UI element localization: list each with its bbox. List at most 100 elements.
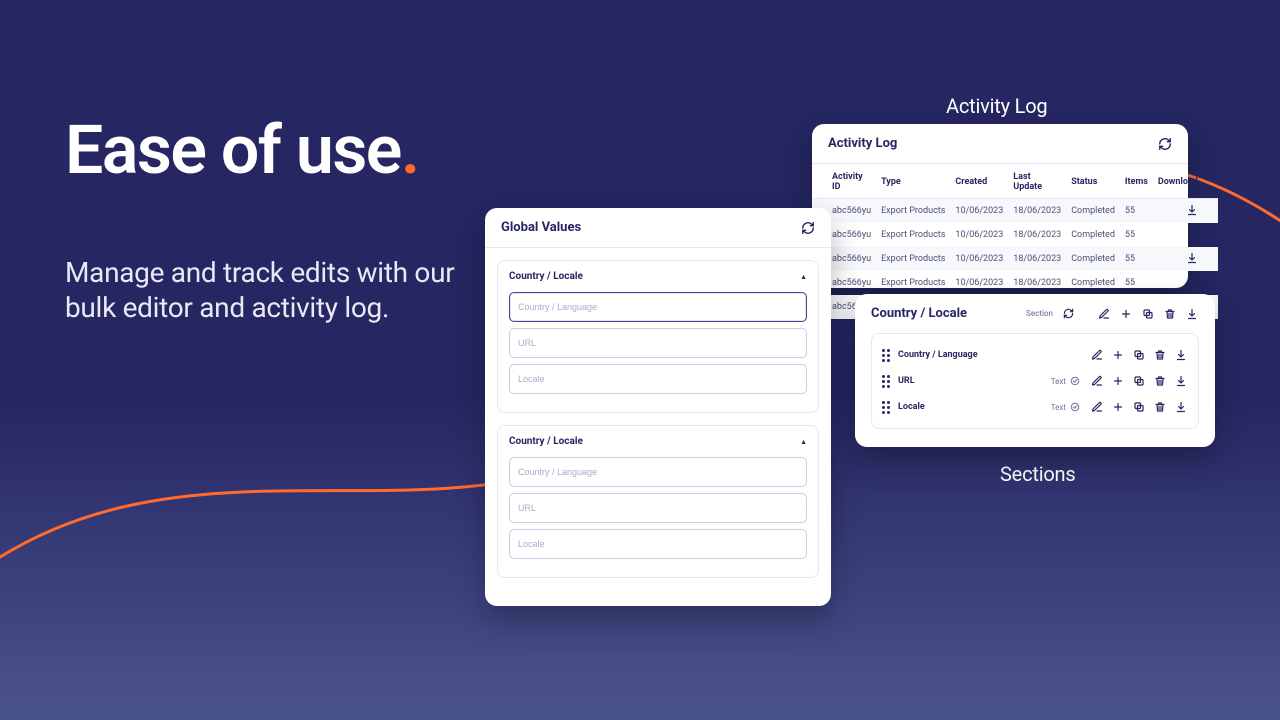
add-icon[interactable]	[1119, 307, 1133, 321]
add-icon[interactable]	[1111, 348, 1125, 362]
download-cell	[1153, 271, 1218, 295]
table-cell: Export Products	[876, 271, 950, 295]
table-cell: 55	[1120, 247, 1153, 271]
bulk-input[interactable]	[509, 328, 807, 358]
bulk-input[interactable]	[509, 364, 807, 394]
bulk-input[interactable]	[509, 493, 807, 523]
section-item-tools	[1090, 374, 1188, 388]
table-header: Items	[1120, 164, 1153, 199]
refresh-icon[interactable]	[1061, 307, 1075, 321]
table-cell: Completed	[1066, 247, 1120, 271]
table-cell: 18/06/2023	[1008, 271, 1066, 295]
section-item-label: Country / Language	[898, 350, 978, 360]
sections-header-tools	[1097, 307, 1199, 321]
bulk-group: Country / Locale ▲	[497, 425, 819, 578]
page-headline: Ease of use.	[65, 115, 419, 186]
caret-up-icon[interactable]: ▲	[800, 273, 807, 281]
section-item-tools	[1090, 400, 1188, 414]
download-cell	[1153, 247, 1218, 271]
bulk-editor-card: Global Values Country / Locale▲Country /…	[485, 208, 831, 606]
sections-card: Country / Locale Section Country / Langu…	[855, 294, 1215, 447]
table-cell: Export Products	[876, 199, 950, 224]
copy-icon[interactable]	[1132, 348, 1146, 362]
download-cell	[1153, 199, 1218, 224]
sections-body: Country / Language URLText Locale Text	[871, 333, 1199, 429]
refresh-icon[interactable]	[1158, 137, 1172, 151]
add-icon[interactable]	[1111, 374, 1125, 388]
table-cell: Completed	[1066, 271, 1120, 295]
table-header: Activity ID	[812, 164, 876, 199]
table-header: Type	[876, 164, 950, 199]
table-cell: Export Products	[876, 223, 950, 247]
download-icon[interactable]	[1186, 228, 1198, 240]
copy-icon[interactable]	[1141, 307, 1155, 321]
bulk-group-title: Country / Locale	[509, 271, 583, 282]
table-cell: 55	[1120, 271, 1153, 295]
caret-up-icon[interactable]: ▲	[800, 438, 807, 446]
bulk-input[interactable]	[509, 292, 807, 322]
check-icon	[1070, 376, 1080, 386]
download-icon[interactable]	[1186, 276, 1198, 288]
add-icon[interactable]	[1111, 400, 1125, 414]
bulk-group-header[interactable]: Country / Locale ▲	[509, 436, 807, 447]
download-icon[interactable]	[1186, 252, 1198, 264]
delete-icon[interactable]	[1153, 400, 1167, 414]
sections-title: Country / Locale	[871, 306, 967, 321]
drag-handle-icon[interactable]	[882, 401, 890, 414]
copy-icon[interactable]	[1132, 374, 1146, 388]
bulk-input[interactable]	[509, 529, 807, 559]
activity-log-header-row: Activity IDTypeCreatedLast UpdateStatusI…	[812, 164, 1218, 199]
page-subhead: Manage and track edits with our bulk edi…	[65, 255, 495, 325]
headline-dot: .	[401, 110, 419, 190]
drag-handle-icon[interactable]	[882, 349, 890, 362]
download-icon[interactable]	[1174, 348, 1188, 362]
delete-icon[interactable]	[1153, 374, 1167, 388]
edit-icon[interactable]	[1090, 400, 1104, 414]
table-cell: 18/06/2023	[1008, 223, 1066, 247]
bulk-group: Country / Locale ▲	[497, 260, 819, 413]
check-icon	[1070, 402, 1080, 412]
bulk-group-header[interactable]: Country / Locale ▲	[509, 271, 807, 282]
type-badge: Text	[1051, 376, 1080, 386]
refresh-icon[interactable]	[801, 221, 815, 235]
bulk-input[interactable]	[509, 457, 807, 487]
table-cell: Completed	[1066, 199, 1120, 224]
download-icon[interactable]	[1186, 204, 1198, 216]
table-header: Download	[1153, 164, 1218, 199]
section-item: Country / Language	[882, 342, 1188, 368]
copy-icon[interactable]	[1132, 400, 1146, 414]
section-label: Section	[1026, 309, 1053, 318]
download-icon[interactable]	[1174, 374, 1188, 388]
caption-activity-log: Activity Log	[946, 94, 1047, 118]
activity-log-card: Activity Log Activity IDTypeCreatedLast …	[812, 124, 1188, 288]
bulk-group-title: Country / Locale	[509, 436, 583, 447]
download-icon[interactable]	[1185, 307, 1199, 321]
table-row: abc566yuExport Products10/06/202318/06/2…	[812, 223, 1218, 247]
delete-icon[interactable]	[1163, 307, 1177, 321]
table-cell: 10/06/2023	[950, 199, 1008, 224]
table-header: Created	[950, 164, 1008, 199]
download-icon[interactable]	[1174, 400, 1188, 414]
sections-header: Country / Locale Section	[855, 294, 1215, 333]
section-item-tools	[1090, 348, 1188, 362]
table-row: abc566yuExport Products10/06/202318/06/2…	[812, 199, 1218, 224]
table-header: Last Update	[1008, 164, 1066, 199]
drag-handle-icon[interactable]	[882, 375, 890, 388]
table-cell: Completed	[1066, 223, 1120, 247]
table-cell: 10/06/2023	[950, 223, 1008, 247]
section-item: URLText	[882, 368, 1188, 394]
bulk-editor-title: Global Values	[501, 220, 581, 235]
edit-icon[interactable]	[1090, 348, 1104, 362]
section-item: Locale Text	[882, 394, 1188, 420]
table-cell: 18/06/2023	[1008, 199, 1066, 224]
table-cell: Export Products	[876, 247, 950, 271]
type-badge: Text	[1051, 402, 1080, 412]
table-cell: 10/06/2023	[950, 247, 1008, 271]
bulk-editor-header: Global Values	[485, 208, 831, 248]
activity-log-title: Activity Log	[828, 136, 897, 151]
section-item-label: Locale	[898, 402, 925, 412]
edit-icon[interactable]	[1090, 374, 1104, 388]
bulk-editor-body: Country / Locale ▲ Country / Locale ▲	[485, 248, 831, 592]
delete-icon[interactable]	[1153, 348, 1167, 362]
edit-icon[interactable]	[1097, 307, 1111, 321]
